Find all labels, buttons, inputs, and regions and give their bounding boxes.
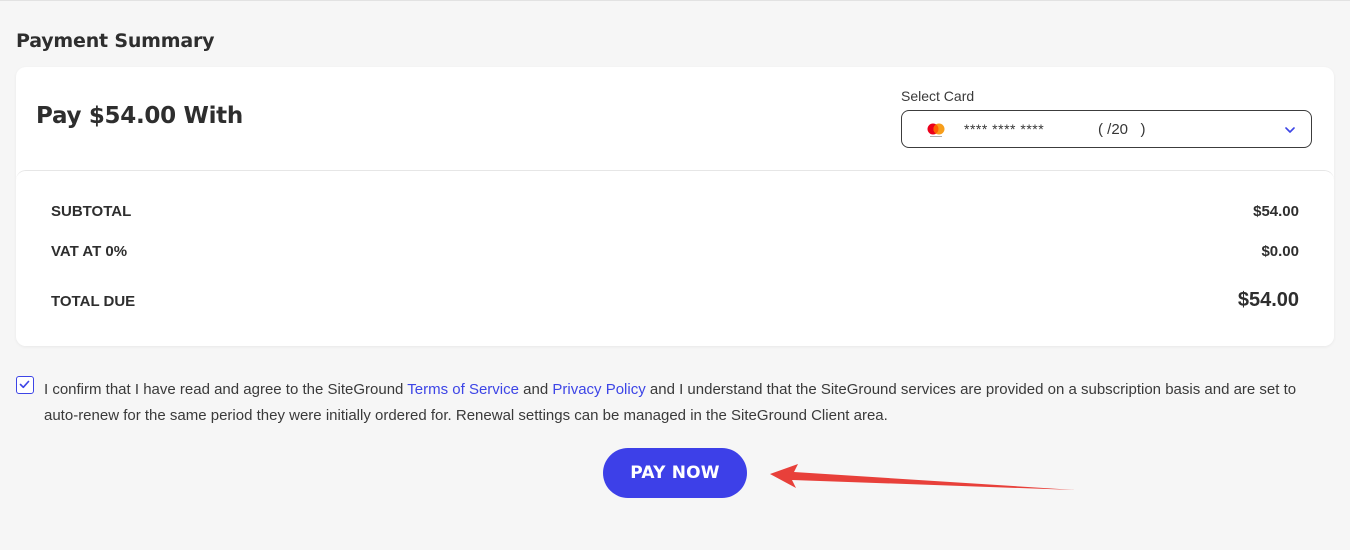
- section-title: Payment Summary: [16, 30, 215, 52]
- mastercard-icon: [927, 123, 945, 137]
- vat-label: VAT AT 0%: [51, 243, 128, 260]
- summary-panel: SUBTOTAL $54.00 VAT AT 0% $0.00 TOTAL DU…: [16, 170, 1334, 346]
- subtotal-value: $54.00: [1253, 203, 1299, 220]
- pay-now-button[interactable]: PAY NOW: [603, 448, 747, 498]
- privacy-policy-link[interactable]: Privacy Policy: [552, 381, 645, 398]
- pay-amount-title: Pay $54.00 With: [36, 103, 243, 129]
- total-due-label: TOTAL DUE: [51, 293, 136, 310]
- terms-checkbox[interactable]: [16, 376, 34, 394]
- subtotal-label: SUBTOTAL: [51, 203, 132, 220]
- card-number-masked: **** **** ****: [964, 121, 1045, 137]
- total-due-value: $54.00: [1237, 289, 1299, 311]
- card-expiry: ( /20 ): [1098, 121, 1146, 138]
- consent-text-middle: and: [518, 381, 553, 398]
- consent-text: I confirm that I have read and agree to …: [44, 377, 1334, 428]
- checkmark-icon: [19, 380, 30, 389]
- terms-of-service-link[interactable]: Terms of Service: [407, 381, 519, 398]
- consent-text-before: I confirm that I have read and agree to …: [44, 381, 408, 398]
- top-divider: [0, 0, 1350, 1]
- vat-value: $0.00: [1261, 243, 1299, 260]
- annotation-arrow-icon: [770, 464, 1075, 490]
- chevron-down-icon: [1285, 127, 1295, 133]
- select-card-label: Select Card: [901, 88, 975, 104]
- card-select-dropdown[interactable]: **** **** **** ( /20 ): [901, 110, 1312, 148]
- payment-summary-card: Pay $54.00 With Select Card **** **** **…: [16, 67, 1334, 346]
